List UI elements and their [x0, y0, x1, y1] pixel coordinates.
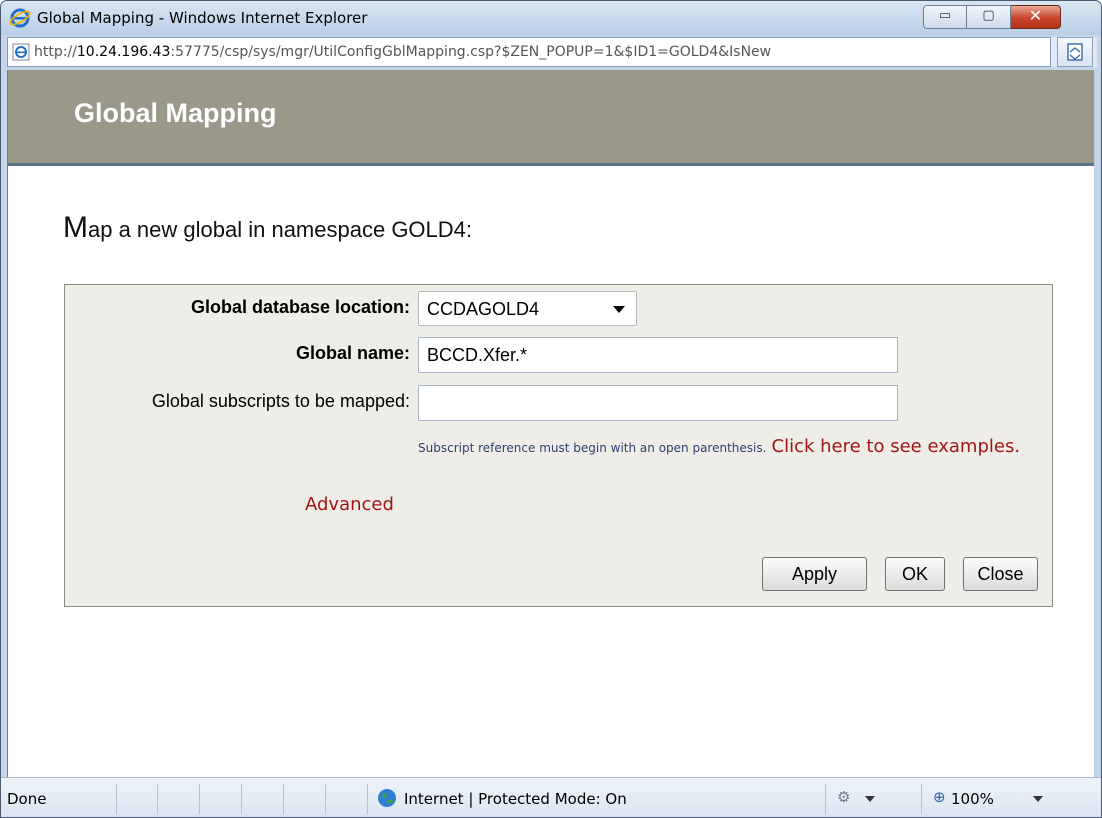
status-divider [325, 784, 326, 814]
browser-window: Global Mapping - Windows Internet Explor… [0, 0, 1102, 818]
page-title: Global Mapping [74, 98, 277, 128]
examples-link[interactable]: Click here to see examples. [772, 436, 1021, 457]
url-path: :57775/csp/sys/mgr/UtilConfigGblMapping.… [170, 44, 772, 60]
chevron-down-icon [613, 306, 625, 313]
advanced-link[interactable]: Advanced [305, 494, 394, 515]
compatibility-view-icon [1067, 43, 1083, 61]
status-divider [283, 784, 284, 814]
zoom-level[interactable]: 100% [951, 790, 994, 808]
status-divider [367, 784, 368, 814]
page-header: Global Mapping [8, 70, 1094, 166]
protected-mode-icon[interactable]: ⚙ [837, 788, 850, 806]
db-location-select[interactable]: CCDAGOLD4 [418, 291, 637, 326]
window-title: Global Mapping - Windows Internet Explor… [37, 9, 368, 27]
apply-button[interactable]: Apply [762, 557, 867, 591]
status-bar: Done Internet | Protected Mode: On ⚙ ⊕ 1… [1, 777, 1101, 817]
url-prefix: http:// [34, 44, 77, 60]
close-button[interactable]: Close [963, 557, 1038, 591]
status-divider [199, 784, 200, 814]
url-text: http://10.24.196.43:57775/csp/sys/mgr/Ut… [34, 44, 1048, 64]
title-bar: Global Mapping - Windows Internet Explor… [1, 1, 1101, 35]
status-divider [921, 784, 922, 814]
status-divider [157, 784, 158, 814]
page-icon [12, 43, 30, 61]
url-field[interactable]: http://10.24.196.43:57775/csp/sys/mgr/Ut… [7, 37, 1051, 67]
db-location-label: Global database location: [190, 297, 410, 317]
db-location-value: CCDAGOLD4 [427, 299, 540, 319]
minimize-icon: ▭ [938, 8, 952, 23]
minimize-button[interactable]: ▭ [923, 5, 967, 29]
status-divider [116, 784, 117, 814]
chevron-down-icon[interactable] [865, 796, 875, 802]
security-zone[interactable]: Internet | Protected Mode: On [404, 790, 627, 808]
chevron-down-icon[interactable] [1033, 796, 1043, 802]
intro-rest: ap a new global in namespace GOLD4: [88, 217, 473, 242]
subscripts-label: Global subscripts to be mapped: [151, 391, 410, 411]
close-window-button[interactable]: ✕ [1011, 5, 1061, 29]
compatibility-view-button[interactable] [1057, 37, 1093, 67]
maximize-icon: ▢ [982, 8, 995, 23]
subscripts-input[interactable] [418, 385, 898, 421]
maximize-button[interactable]: ▢ [967, 5, 1011, 29]
intro-text: Map a new global in namespace GOLD4: [63, 211, 472, 245]
ok-button[interactable]: OK [885, 557, 945, 591]
globe-icon [378, 789, 396, 807]
intro-drop-cap: M [63, 211, 88, 244]
global-name-input[interactable] [418, 337, 898, 373]
subscript-hint: Subscript reference must begin with an o… [418, 434, 1038, 461]
internet-explorer-icon [9, 8, 31, 28]
page-content: Global Mapping Map a new global in names… [7, 70, 1095, 777]
global-name-label: Global name: [295, 343, 410, 363]
hint-text: Subscript reference must begin with an o… [418, 441, 767, 455]
address-bar: http://10.24.196.43:57775/csp/sys/mgr/Ut… [7, 37, 1097, 67]
url-host: 10.24.196.43 [76, 44, 171, 60]
status-divider [241, 784, 242, 814]
close-icon: ✕ [1028, 6, 1043, 25]
zoom-icon: ⊕ [933, 788, 946, 806]
status-divider [825, 784, 826, 814]
mapping-form: Global database location: CCDAGOLD4 Glob… [64, 284, 1053, 607]
status-text: Done [7, 790, 47, 808]
